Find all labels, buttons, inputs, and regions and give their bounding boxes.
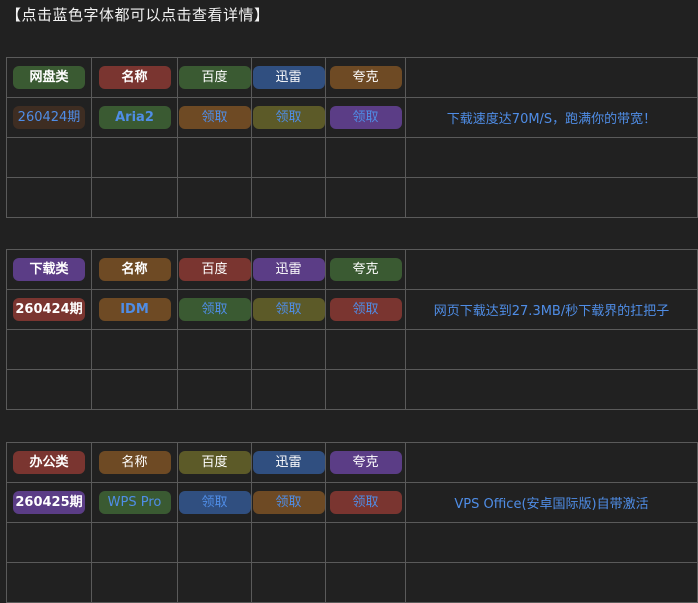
description-link[interactable]: 网页下载达到27.3MB/秒下载界的扛把子 <box>405 289 698 330</box>
table-row: 260425期 WPS Pro 领取 领取 领取 VPS Office(安卓国际… <box>6 482 698 523</box>
table-row <box>6 177 698 218</box>
header-quark: 夸克 <box>329 66 402 89</box>
table-row <box>6 329 698 370</box>
quark-link[interactable]: 领取 <box>329 106 402 129</box>
table-row: 260424期 Aria2 领取 领取 领取 下载速度达70M/S，跑满你的带宽… <box>6 97 698 138</box>
table-row <box>6 137 698 178</box>
table-row: 260424期 IDM 领取 领取 领取 网页下载达到27.3MB/秒下载界的扛… <box>6 289 698 330</box>
table-row <box>6 369 698 410</box>
quark-link[interactable]: 领取 <box>329 491 402 514</box>
baidu-link[interactable]: 领取 <box>178 106 251 129</box>
xunlei-link[interactable]: 领取 <box>252 106 325 129</box>
xunlei-link[interactable]: 领取 <box>252 491 325 514</box>
description-link[interactable]: VPS Office(安卓国际版)自带激活 <box>405 482 698 523</box>
quark-link[interactable]: 领取 <box>329 298 402 321</box>
header-baidu: 百度 <box>178 258 251 281</box>
section-office: 办公类 名称 百度 迅雷 夸克 260425期 WPS Pro 领取 领取 领取… <box>6 442 698 603</box>
software-name-link[interactable]: Aria2 <box>98 106 171 129</box>
header-name: 名称 <box>98 66 171 89</box>
baidu-link[interactable]: 领取 <box>178 298 251 321</box>
category-badge: 下载类 <box>13 258 85 281</box>
baidu-link[interactable]: 领取 <box>178 491 251 514</box>
header-xunlei: 迅雷 <box>252 66 325 89</box>
description-link[interactable]: 下载速度达70M/S，跑满你的带宽！ <box>405 97 698 138</box>
section-download: 下载类 名称 百度 迅雷 夸克 260424期 IDM 领取 领取 领取 网页下… <box>6 249 698 410</box>
header-quark: 夸克 <box>329 258 402 281</box>
xunlei-link[interactable]: 领取 <box>252 298 325 321</box>
category-badge: 办公类 <box>13 451 85 474</box>
page-heading: 【点击蓝色字体都可以点击查看详情】 <box>6 6 270 24</box>
table-row <box>6 522 698 563</box>
issue-badge: 260425期 <box>13 491 85 514</box>
category-badge: 网盘类 <box>13 66 85 89</box>
table-header-row: 下载类 名称 百度 迅雷 夸克 <box>6 249 698 290</box>
header-name: 名称 <box>98 258 171 281</box>
issue-badge: 260424期 <box>13 298 85 321</box>
header-baidu: 百度 <box>178 451 251 474</box>
table-row <box>6 562 698 603</box>
table-header-row: 办公类 名称 百度 迅雷 夸克 <box>6 442 698 483</box>
issue-badge: 260424期 <box>13 106 85 129</box>
header-quark: 夸克 <box>329 451 402 474</box>
table-header-row: 网盘类 名称 百度 迅雷 夸克 <box>6 57 698 98</box>
header-baidu: 百度 <box>178 66 251 89</box>
software-name-link[interactable]: WPS Pro <box>98 491 171 514</box>
section-netdisk: 网盘类 名称 百度 迅雷 夸克 260424期 Aria2 领取 领取 领取 下… <box>6 57 698 218</box>
header-xunlei: 迅雷 <box>252 258 325 281</box>
header-xunlei: 迅雷 <box>252 451 325 474</box>
header-name: 名称 <box>98 451 171 474</box>
software-name-link[interactable]: IDM <box>98 298 171 321</box>
